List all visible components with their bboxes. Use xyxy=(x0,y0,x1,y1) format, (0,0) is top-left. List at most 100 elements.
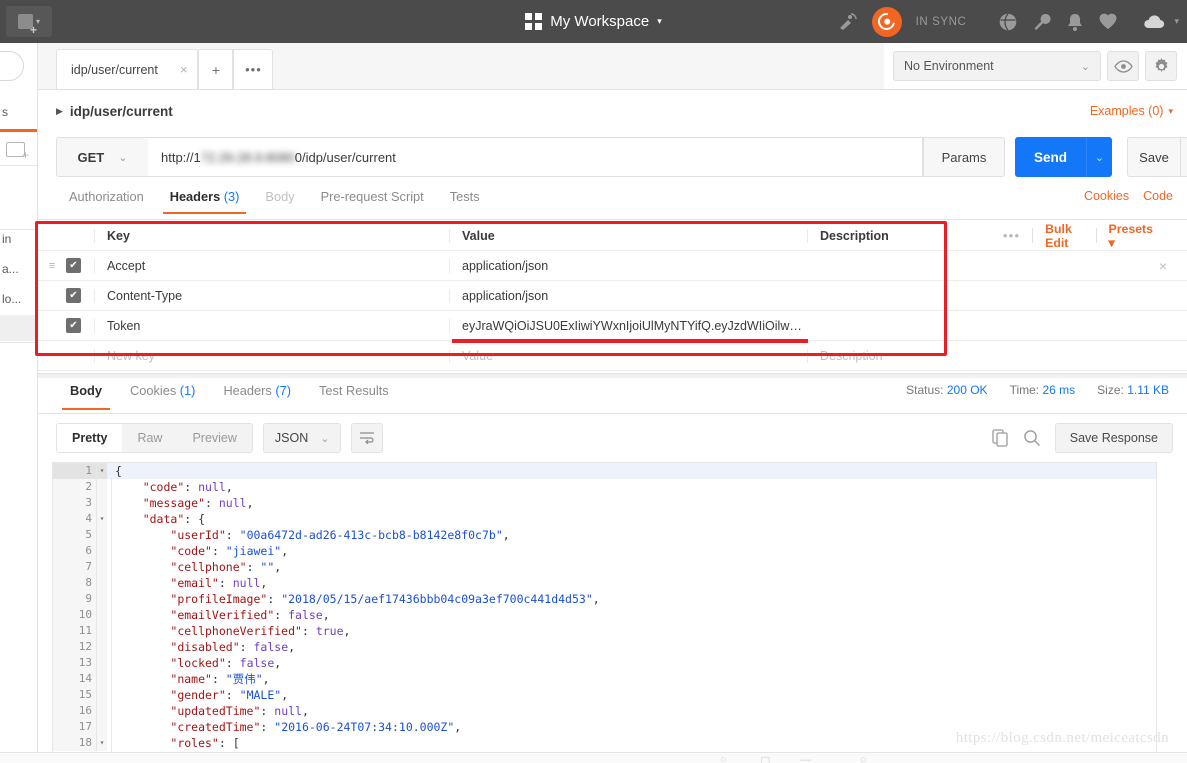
environment-settings-button[interactable] xyxy=(1145,51,1177,81)
tab-response-cookies[interactable]: Cookies (1) xyxy=(116,378,209,410)
examples-dropdown[interactable]: Examples (0) ▾ xyxy=(1090,104,1173,118)
chevron-down-icon: ▾ xyxy=(657,16,662,26)
view-mode-raw[interactable]: Raw xyxy=(122,424,177,452)
sidebar-fragment-2[interactable]: a... xyxy=(2,262,19,276)
search-icon[interactable] xyxy=(1023,429,1041,447)
new-tab-button[interactable]: + xyxy=(198,49,234,89)
menu-icon[interactable]: — xyxy=(800,754,811,763)
header-key[interactable]: Accept xyxy=(94,258,449,273)
tab-options-button[interactable]: ••• xyxy=(233,49,274,89)
size-badge: Size: 1.11 KB xyxy=(1097,383,1169,397)
presets-button[interactable]: Presets ▾ xyxy=(1109,222,1153,250)
send-options-button[interactable]: ⌄ xyxy=(1086,137,1112,177)
response-body-code[interactable]: 1 ▾{2 "code": null, 3 "message": null, 4 ▾ "… xyxy=(52,462,1157,763)
tab-body[interactable]: Body xyxy=(252,187,307,214)
table-row[interactable]: ≡ ✔ Accept application/json × xyxy=(38,251,1187,281)
annotation-underline xyxy=(452,339,808,343)
tab-response-body[interactable]: Body xyxy=(56,378,116,410)
drag-grip-icon[interactable]: ≡ xyxy=(38,260,66,272)
sidebar-fragment-1[interactable]: in xyxy=(2,232,11,246)
environment-select[interactable]: No Environment ⌄ xyxy=(893,51,1101,81)
header-value[interactable]: application/json xyxy=(449,258,807,273)
tab-label: Tests xyxy=(449,189,480,204)
tab-authorization[interactable]: Authorization xyxy=(56,187,157,214)
sidebar-rail: s in a... lo... xyxy=(0,43,38,763)
tab-count: (1) xyxy=(179,383,196,398)
tab-tests[interactable]: Tests xyxy=(437,187,493,214)
info-icon[interactable]: ○ xyxy=(860,754,867,763)
header-enabled-checkbox[interactable]: ✔ xyxy=(66,258,94,273)
headers-table: Key Value Description ••• Bulk Edit Pres… xyxy=(38,221,1187,373)
request-section-tabs: Authorization Headers (3) Body Pre-reque… xyxy=(38,187,1187,220)
header-enabled-checkbox[interactable]: ✔ xyxy=(66,288,94,303)
fold-spacer xyxy=(97,687,107,703)
header-enabled-checkbox[interactable]: ✔ xyxy=(66,318,94,333)
url-input[interactable]: http://1 72.29.28.9.8080 0/idp/user/curren… xyxy=(148,137,923,177)
close-icon[interactable]: × xyxy=(180,62,188,77)
sidebar-selected-row[interactable] xyxy=(0,315,37,341)
sidebar-search-pill[interactable] xyxy=(0,51,24,81)
code-link[interactable]: Code xyxy=(1143,189,1173,203)
word-wrap-icon[interactable] xyxy=(351,423,384,453)
new-key-input[interactable]: New key xyxy=(94,348,449,363)
cookies-link[interactable]: Cookies xyxy=(1084,189,1129,203)
header-value[interactable]: eyJraWQiOiJSU0ExIiwiYWxnIjoiUlMyNTYifQ.e… xyxy=(449,318,807,333)
view-mode-preview[interactable]: Preview xyxy=(177,424,251,452)
line-number: 17 xyxy=(53,719,97,735)
params-button[interactable]: Params xyxy=(923,137,1005,177)
new-value-input[interactable]: Value xyxy=(449,348,807,363)
examples-label: Examples (0) xyxy=(1089,104,1164,118)
chevron-down-icon[interactable]: ▾ xyxy=(1174,16,1179,27)
header-key[interactable]: Content-Type xyxy=(94,288,449,303)
new-folder-icon[interactable] xyxy=(6,139,29,161)
chevron-down-icon: ▾ xyxy=(1108,235,1115,250)
table-row[interactable]: ✔ Content-Type application/json xyxy=(38,281,1187,311)
tab-pre-request-script[interactable]: Pre-request Script xyxy=(308,187,437,214)
satellite-icon[interactable] xyxy=(838,12,858,31)
request-tab[interactable]: idp/user/current × xyxy=(56,49,199,89)
http-method-select[interactable]: GET ⌄ xyxy=(56,137,149,177)
chevron-down-icon: ⌄ xyxy=(1080,60,1090,73)
fold-toggle-icon[interactable]: ▾ xyxy=(97,511,107,527)
table-row-new[interactable]: New key Value Description xyxy=(38,341,1187,371)
new-button[interactable]: ▾ xyxy=(6,6,52,37)
cloud-icon[interactable] xyxy=(1142,14,1166,30)
sidebar-fragment-0[interactable]: s xyxy=(2,105,8,119)
chevron-down-icon: ▾ xyxy=(1168,105,1173,116)
help-icon[interactable]: ○ xyxy=(720,754,727,763)
heart-icon[interactable] xyxy=(1098,12,1118,31)
fold-spacer xyxy=(97,495,107,511)
tab-response-headers[interactable]: Headers (7) xyxy=(209,378,305,410)
header-key[interactable]: Token xyxy=(94,318,449,333)
fold-toggle-icon[interactable]: ▾ xyxy=(97,735,107,751)
new-description-input[interactable]: Description xyxy=(807,348,1003,363)
chevron-right-icon[interactable]: ▶ xyxy=(56,106,63,117)
globe-icon[interactable] xyxy=(998,12,1018,32)
response-format-select[interactable]: JSON ⌄ xyxy=(262,423,342,453)
bulk-edit-button[interactable]: Bulk Edit xyxy=(1045,222,1084,250)
code-line: 13 "locked": false, xyxy=(53,655,1156,671)
code-text: "cellphone": "", xyxy=(170,560,282,574)
postman-logo-icon[interactable] xyxy=(871,6,902,37)
table-row[interactable]: ✔ Token eyJraWQiOiJSU0ExIiwiYWxnIjoiUlMy… xyxy=(38,311,1187,341)
sidebar-fragment-3[interactable]: lo... xyxy=(2,292,21,306)
fold-spacer xyxy=(97,591,107,607)
tab-headers[interactable]: Headers (3) xyxy=(157,187,253,214)
save-button[interactable]: Save xyxy=(1127,137,1181,177)
more-options-icon[interactable]: ••• xyxy=(1003,229,1020,243)
bell-icon[interactable] xyxy=(1066,12,1084,32)
tab-test-results[interactable]: Test Results xyxy=(305,378,403,410)
copy-icon[interactable] xyxy=(992,429,1009,447)
layout-icon[interactable]: ▢ xyxy=(760,754,770,763)
save-options-button[interactable]: ⌄ xyxy=(1181,137,1187,177)
code-text: "profileImage": "2018/05/15/aef17436bbb0… xyxy=(170,592,600,606)
wrench-icon[interactable] xyxy=(1032,12,1052,32)
remove-row-icon[interactable]: × xyxy=(1159,258,1167,274)
header-value[interactable]: application/json xyxy=(449,288,807,303)
send-button[interactable]: Send xyxy=(1015,137,1086,177)
save-response-button[interactable]: Save Response xyxy=(1054,423,1173,453)
view-mode-pretty[interactable]: Pretty xyxy=(57,424,123,452)
sidebar-divider xyxy=(0,229,37,230)
fold-toggle-icon[interactable]: ▾ xyxy=(97,463,107,479)
environment-quick-look-button[interactable] xyxy=(1107,51,1139,81)
